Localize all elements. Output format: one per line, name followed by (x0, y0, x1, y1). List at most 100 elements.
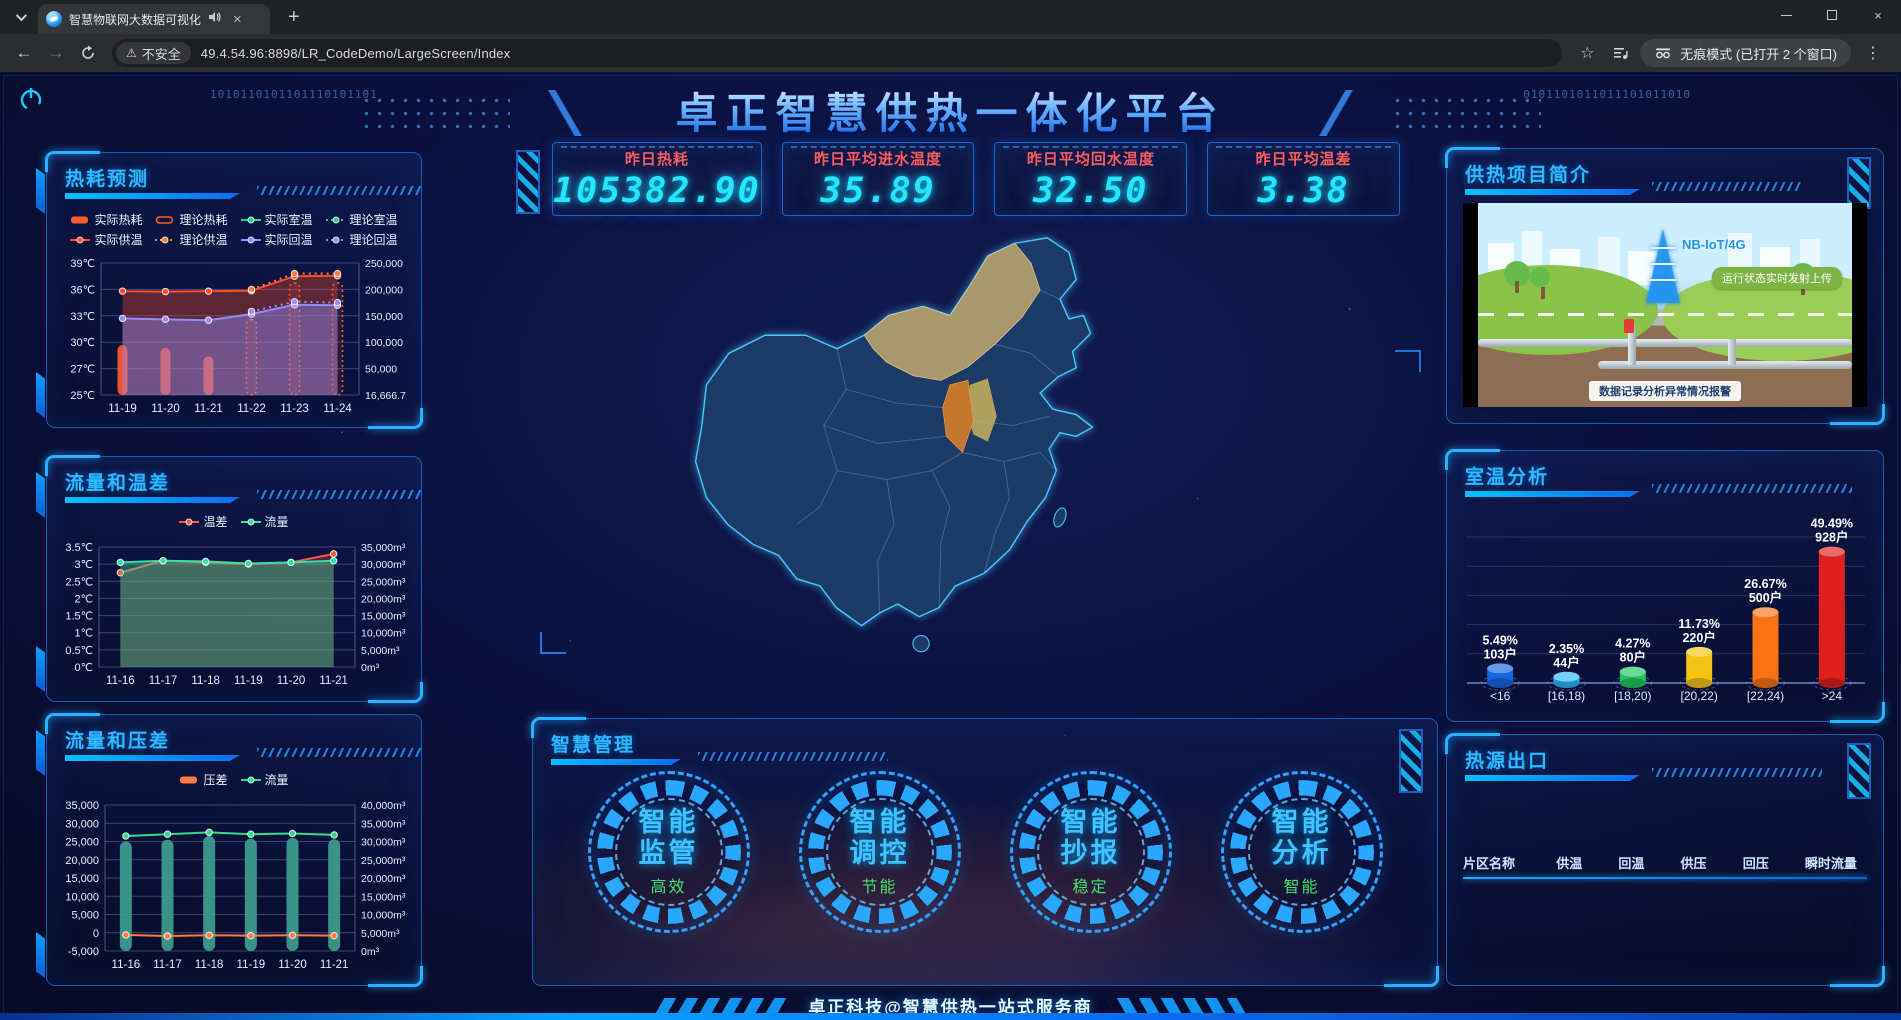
svg-text:11-20: 11-20 (278, 959, 307, 971)
svg-text:10,000m³: 10,000m³ (361, 910, 406, 922)
window-minimize-button[interactable] (1763, 0, 1809, 30)
legend-item-流量[interactable]: 流量 (241, 771, 289, 788)
outlet-col-5: 瞬时流量 (1805, 853, 1867, 872)
panel-title: 热源出口 (1465, 746, 1549, 773)
site-favicon (46, 11, 62, 27)
nbiot-tower-icon (1646, 229, 1680, 303)
legend-item-实际室温[interactable]: 实际室温 (241, 211, 313, 228)
svg-text:5.49%: 5.49% (1482, 633, 1517, 647)
legend-item-理论供温[interactable]: 理论供温 (155, 231, 227, 248)
footer-hatch-right (1106, 998, 1245, 1013)
legend-label: 实际室温 (265, 211, 313, 228)
svg-text:11-17: 11-17 (153, 959, 182, 971)
media-control-icon[interactable] (1606, 39, 1636, 67)
status-banner: 运行状态实时发射上传 (1712, 267, 1842, 289)
legend-item-理论热耗[interactable]: 理论热耗 (155, 211, 227, 228)
cylinder-[22,24) (1753, 612, 1779, 683)
svg-text:3℃: 3℃ (75, 559, 93, 571)
ring-line2: 调控 (850, 838, 910, 868)
svg-text:220户: 220户 (1682, 630, 1715, 645)
flow-tempdiff-svg: 3.5℃35,000m³3℃30,000m³2.5℃25,000m³2℃20,0… (55, 541, 415, 693)
security-label: 不安全 (142, 44, 181, 63)
svg-text:0: 0 (93, 928, 99, 940)
warning-icon: ⚠ (126, 46, 137, 60)
legend-item-实际热耗[interactable]: 实际热耗 (70, 211, 142, 228)
side-deco (36, 932, 45, 978)
svg-text:40,000m³: 40,000m³ (361, 800, 406, 812)
mgmt-ring-2[interactable]: 智能抄报稳定 (1010, 771, 1172, 933)
management-rings: 智能监管高效智能调控节能智能抄报稳定智能分析智能 (563, 771, 1407, 933)
legend-label: 流量 (265, 771, 289, 788)
svg-text:200,000: 200,000 (365, 284, 403, 296)
legend-label: 压差 (203, 771, 227, 788)
browser-menu-icon[interactable]: ⋮ (1855, 43, 1891, 63)
outlet-col-4: 回压 (1743, 853, 1805, 872)
address-bar[interactable]: ⚠ 不安全 49.4.54.96:8898/LR_CodeDemo/LargeS… (112, 39, 1562, 67)
page-title: 卓正智慧供热一体化平台 (0, 80, 1901, 141)
outlet-col-1: 供温 (1556, 853, 1618, 872)
mgmt-ring-1[interactable]: 智能调控节能 (799, 771, 961, 933)
svg-text:0m³: 0m³ (361, 946, 380, 958)
tree (1504, 261, 1530, 287)
legend-item-理论室温[interactable]: 理论室温 (326, 211, 398, 228)
svg-text:33℃: 33℃ (70, 311, 95, 323)
tab-close-icon[interactable]: × (229, 10, 246, 29)
reload-button[interactable] (74, 39, 102, 67)
tab-audio-icon[interactable] (208, 10, 222, 29)
window-close-button[interactable]: × (1855, 0, 1901, 30)
legend-item-温差[interactable]: 温差 (179, 513, 227, 530)
ring-line1: 智能 (850, 807, 910, 837)
panel-management: 智慧管理 智能监管高效智能调控节能智能抄报稳定智能分析智能 (532, 718, 1438, 986)
svg-text:11-20: 11-20 (151, 403, 180, 415)
flow-tempdiff-chart: 3.5℃35,000m³3℃30,000m³2.5℃25,000m³2℃20,0… (55, 541, 415, 698)
security-chip[interactable]: ⚠ 不安全 (116, 42, 191, 64)
incognito-label: 无痕模式 (已打开 2 个窗口) (1680, 44, 1837, 63)
line-流量 (126, 832, 334, 836)
legend-item-实际供温[interactable]: 实际供温 (70, 231, 142, 248)
svg-text:[22,24): [22,24) (1747, 689, 1784, 703)
svg-text:30,000m³: 30,000m³ (361, 559, 406, 571)
side-deco (36, 372, 45, 418)
panel-flow-pressdiff: 流量和压差 压差流量 35,00040,000m³30,00035,000m³2… (46, 714, 422, 986)
panel-heat-forecast: 热耗预测 实际热耗理论热耗实际室温理论室温实际供温理论供温实际回温理论回温 39… (46, 152, 422, 428)
mgmt-ring-3[interactable]: 智能分析智能 (1221, 771, 1383, 933)
map-hainan (913, 636, 929, 652)
legend-flow-pressdiff: 压差 流量 (47, 771, 421, 788)
svg-text:2℃: 2℃ (75, 593, 93, 605)
new-tab-button[interactable]: + (280, 6, 308, 29)
svg-text:11-22: 11-22 (237, 403, 266, 415)
project-video[interactable]: NB-IoT/4G 运行状态实时发射上传 数据记录分析异常情况报警 (1463, 203, 1867, 407)
svg-text:5,000: 5,000 (71, 910, 99, 922)
svg-text:103户: 103户 (1483, 646, 1516, 661)
legend-item-压差[interactable]: 压差 (179, 771, 227, 788)
bookmark-star-icon[interactable]: ☆ (1572, 39, 1602, 67)
svg-text:11-18: 11-18 (195, 959, 224, 971)
ring-line1: 智能 (639, 807, 699, 837)
svg-text:2.35%: 2.35% (1549, 642, 1584, 656)
svg-text:3.5℃: 3.5℃ (65, 542, 93, 554)
legend-item-理论回温[interactable]: 理论回温 (326, 231, 398, 248)
ring-line2: 监管 (639, 838, 699, 868)
panel-title: 流量和压差 (65, 726, 170, 753)
svg-text:100,000: 100,000 (365, 337, 403, 349)
side-deco (36, 646, 45, 692)
legend-label: 温差 (203, 513, 227, 530)
ring-tag: 智能 (1283, 873, 1319, 897)
tab-search-chevron-icon[interactable] (6, 3, 34, 31)
legend-item-实际回温[interactable]: 实际回温 (241, 231, 313, 248)
forward-button[interactable]: → (42, 39, 70, 67)
ring-tag: 节能 (861, 873, 897, 897)
svg-text:0m³: 0m³ (361, 662, 380, 674)
incognito-badge[interactable]: 无痕模式 (已打开 2 个窗口) (1640, 39, 1851, 67)
china-map[interactable] (510, 200, 1480, 705)
window-maximize-button[interactable] (1809, 0, 1855, 30)
svg-text:35,000: 35,000 (65, 800, 99, 812)
svg-text:5,000m³: 5,000m³ (361, 645, 400, 657)
url-text: 49.4.54.96:8898/LR_CodeDemo/LargeScreen/… (201, 46, 511, 61)
svg-text:16,666.7: 16,666.7 (365, 390, 406, 402)
back-button[interactable]: ← (10, 39, 38, 67)
svg-text:1℃: 1℃ (75, 628, 93, 640)
browser-tab[interactable]: 智慧物联网大数据可视化平 × (38, 4, 270, 34)
mgmt-ring-0[interactable]: 智能监管高效 (588, 771, 750, 933)
legend-item-流量[interactable]: 流量 (241, 513, 289, 530)
